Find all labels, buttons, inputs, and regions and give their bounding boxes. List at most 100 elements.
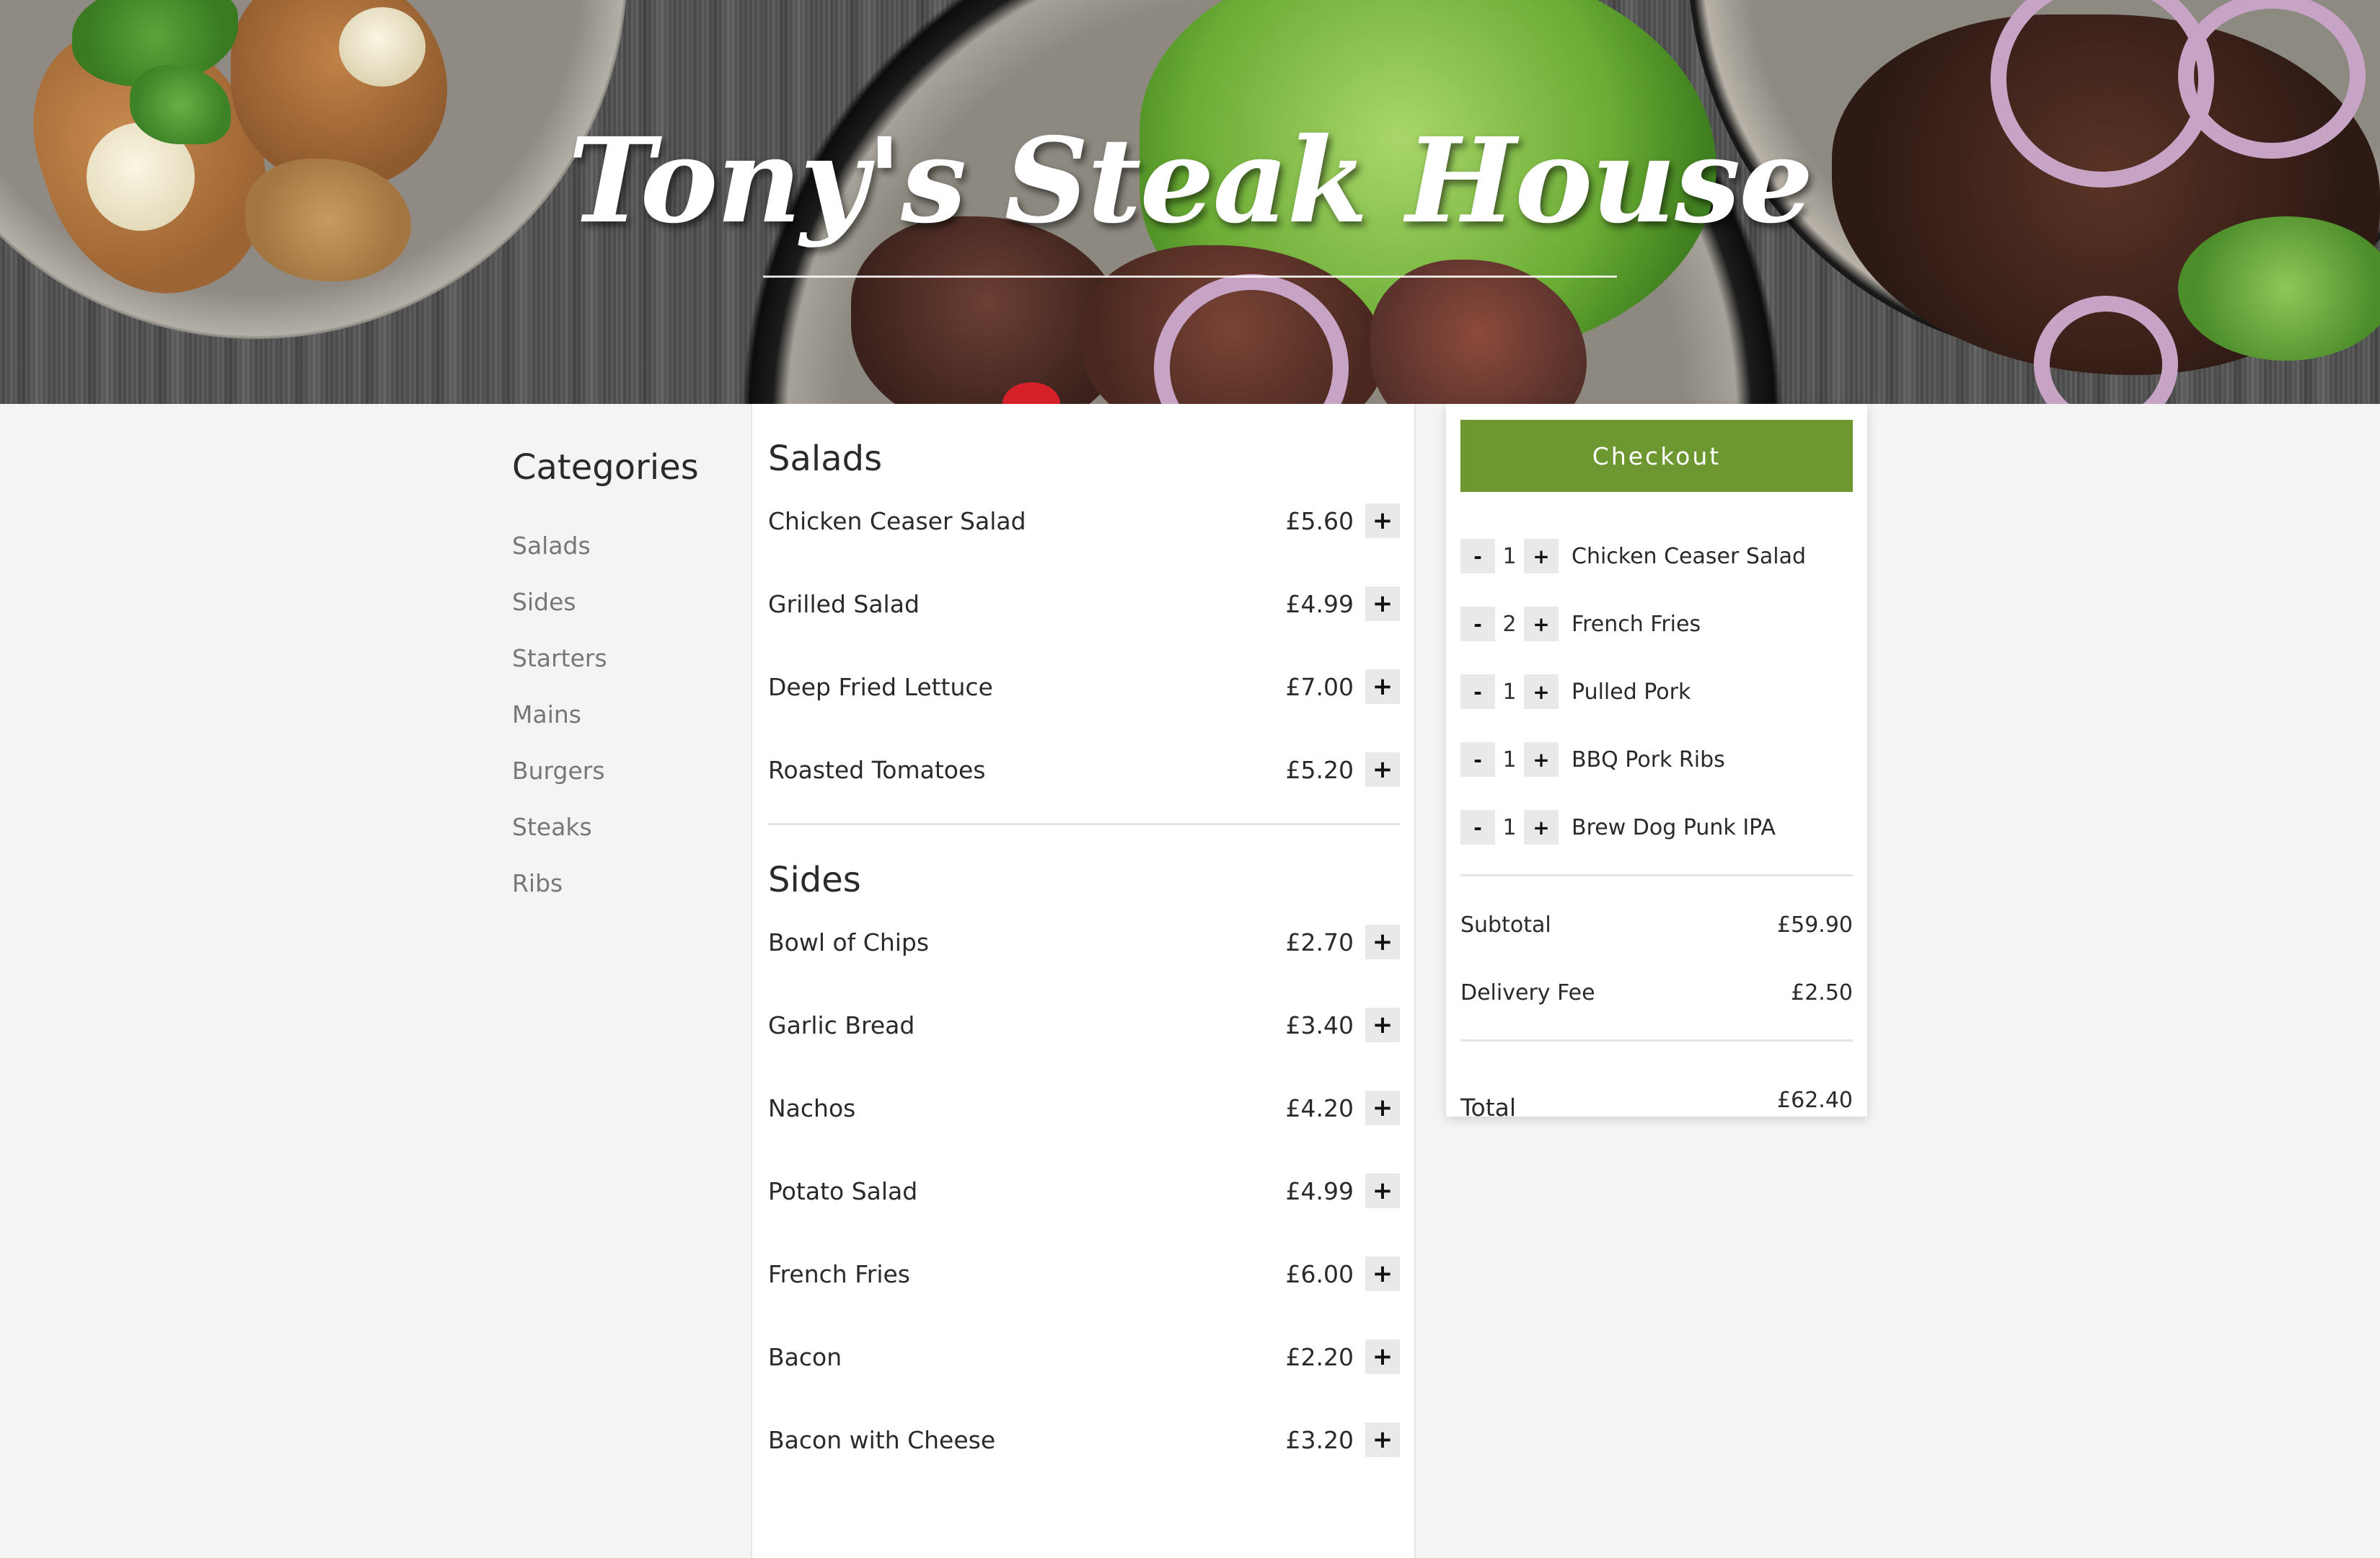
- cart-item-quantity: 1: [1502, 814, 1517, 840]
- menu-item-name: Garlic Bread: [768, 1011, 915, 1039]
- increment-button[interactable]: +: [1524, 539, 1559, 573]
- add-to-cart-button[interactable]: +: [1365, 586, 1400, 622]
- section-divider: [768, 822, 1400, 825]
- menu-item: Potato Salad £4.99 +: [768, 1161, 1400, 1250]
- menu-item: French Fries £6.00 +: [768, 1244, 1400, 1333]
- menu-item-price: £4.20: [1285, 1093, 1354, 1122]
- cart-item-name: Brew Dog Punk IPA: [1572, 814, 1776, 840]
- increment-button[interactable]: +: [1524, 810, 1559, 845]
- menu-panel: Salads Chicken Ceaser Salad £5.60 + Gril…: [751, 404, 1416, 1558]
- menu-item-price: £6.00: [1285, 1259, 1354, 1288]
- menu-item: Bowl of Chips £2.70 +: [768, 912, 1400, 1001]
- menu-item: Nachos £4.20 +: [768, 1078, 1400, 1167]
- category-link-sides[interactable]: Sides: [512, 589, 750, 645]
- cart-item-name: Pulled Pork: [1572, 679, 1691, 705]
- menu-item-name: Bowl of Chips: [768, 928, 930, 956]
- add-to-cart-button[interactable]: +: [1365, 1008, 1400, 1043]
- menu-item: Chicken Ceaser Salad £5.60 +: [768, 491, 1400, 580]
- menu-item: Roasted Tomatoes £5.20 +: [768, 740, 1400, 829]
- decrement-button[interactable]: -: [1460, 810, 1495, 845]
- cart-item: - 1 + BBQ Pork Ribs: [1460, 726, 1853, 793]
- total-row: Total £62.40: [1460, 1056, 1853, 1128]
- decrement-button[interactable]: -: [1460, 742, 1495, 777]
- add-to-cart-button[interactable]: +: [1365, 752, 1400, 788]
- menu-item-price: £3.40: [1285, 1011, 1354, 1039]
- menu-item-name: Chicken Ceaser Salad: [768, 506, 1026, 535]
- restaurant-title: Tony's Steak House: [568, 113, 1814, 250]
- menu-item-name: Bacon with Cheese: [768, 1425, 996, 1454]
- decrement-button[interactable]: -: [1460, 674, 1495, 709]
- subtotal-value: £59.90: [1777, 912, 1853, 938]
- add-to-cart-button[interactable]: +: [1365, 503, 1400, 539]
- menu-item: Bacon with Cheese £3.20 +: [768, 1410, 1400, 1499]
- subtotal-label: Subtotal: [1460, 912, 1551, 938]
- checkout-button[interactable]: Checkout: [1460, 420, 1853, 492]
- total-label: Total: [1460, 1093, 1517, 1122]
- cart-item-quantity: 1: [1502, 679, 1517, 705]
- add-to-cart-button[interactable]: +: [1365, 1091, 1400, 1126]
- cart-items-list: - 1 + Chicken Ceaser Salad - 2 + French …: [1460, 522, 1853, 861]
- menu-item-name: Grilled Salad: [768, 589, 920, 618]
- menu-item: Bacon £2.20 +: [768, 1327, 1400, 1416]
- add-to-cart-button[interactable]: +: [1365, 1174, 1400, 1209]
- menu-item-price: £2.70: [1285, 928, 1354, 956]
- menu-item-price: £2.20: [1285, 1342, 1354, 1371]
- increment-button[interactable]: +: [1524, 607, 1559, 641]
- menu-item-price: £7.00: [1285, 672, 1354, 701]
- increment-button[interactable]: +: [1524, 742, 1559, 777]
- decrement-button[interactable]: -: [1460, 607, 1495, 641]
- category-link-salads[interactable]: Salads: [512, 532, 750, 589]
- category-link-steaks[interactable]: Steaks: [512, 814, 750, 870]
- increment-button[interactable]: +: [1524, 674, 1559, 709]
- menu-section-sides: Sides Bowl of Chips £2.70 + Garlic Bread…: [768, 861, 1400, 1499]
- cart-panel: Checkout - 1 + Chicken Ceaser Salad - 2 …: [1446, 404, 1867, 1122]
- category-link-burgers[interactable]: Burgers: [512, 757, 750, 814]
- cart-divider: [1460, 1039, 1853, 1042]
- section-title: Salads: [768, 439, 883, 479]
- categories-heading: Categories: [512, 447, 699, 488]
- cart-item: - 1 + Brew Dog Punk IPA: [1460, 793, 1853, 861]
- category-link-starters[interactable]: Starters: [512, 645, 750, 701]
- cart-item-name: Chicken Ceaser Salad: [1572, 543, 1807, 569]
- menu-item-name: Deep Fried Lettuce: [768, 672, 993, 701]
- cart-item-name: BBQ Pork Ribs: [1572, 747, 1725, 773]
- cart-item-quantity: 1: [1502, 543, 1517, 569]
- delivery-fee-row: Delivery Fee £2.50: [1460, 959, 1853, 1026]
- title-underline: [763, 276, 1617, 278]
- cart-item-quantity: 2: [1502, 611, 1517, 637]
- menu-item-price: £4.99: [1285, 589, 1354, 618]
- menu-item-name: Potato Salad: [768, 1176, 918, 1205]
- menu-item-name: French Fries: [768, 1259, 911, 1288]
- menu-item-name: Nachos: [768, 1093, 856, 1122]
- menu-item-name: Roasted Tomatoes: [768, 755, 986, 784]
- menu-item: Deep Fried Lettuce £7.00 +: [768, 657, 1400, 746]
- add-to-cart-button[interactable]: +: [1365, 669, 1400, 705]
- cart-item: - 1 + Pulled Pork: [1460, 658, 1853, 726]
- delivery-fee-label: Delivery Fee: [1460, 980, 1595, 1005]
- menu-item: Grilled Salad £4.99 +: [768, 574, 1400, 663]
- delivery-fee-value: £2.50: [1791, 980, 1853, 1005]
- category-link-mains[interactable]: Mains: [512, 701, 750, 757]
- hero-banner: Tony's Steak House: [0, 0, 2380, 404]
- hero-food-mayo: [339, 7, 426, 87]
- menu-item-price: £4.99: [1285, 1176, 1354, 1205]
- add-to-cart-button[interactable]: +: [1365, 1422, 1400, 1458]
- menu-item-price: £5.20: [1285, 755, 1354, 784]
- menu-item: Garlic Bread £3.40 +: [768, 995, 1400, 1084]
- menu-section-salads: Salads Chicken Ceaser Salad £5.60 + Gril…: [768, 440, 1400, 829]
- cart-item-quantity: 1: [1502, 747, 1517, 773]
- categories-sidebar: Categories Salads Sides Starters Mains B…: [512, 447, 750, 926]
- cart-divider: [1460, 874, 1853, 876]
- cart-item-name: French Fries: [1572, 611, 1701, 637]
- add-to-cart-button[interactable]: +: [1365, 1339, 1400, 1375]
- menu-item-name: Bacon: [768, 1342, 842, 1371]
- subtotal-row: Subtotal £59.90: [1460, 891, 1853, 959]
- add-to-cart-button[interactable]: +: [1365, 925, 1400, 960]
- menu-item-price: £5.60: [1285, 506, 1354, 535]
- section-title: Sides: [768, 859, 861, 900]
- menu-item-price: £3.20: [1285, 1425, 1354, 1454]
- total-value: £62.40: [1777, 1088, 1853, 1113]
- category-link-ribs[interactable]: Ribs: [512, 870, 750, 926]
- add-to-cart-button[interactable]: +: [1365, 1256, 1400, 1292]
- decrement-button[interactable]: -: [1460, 539, 1495, 573]
